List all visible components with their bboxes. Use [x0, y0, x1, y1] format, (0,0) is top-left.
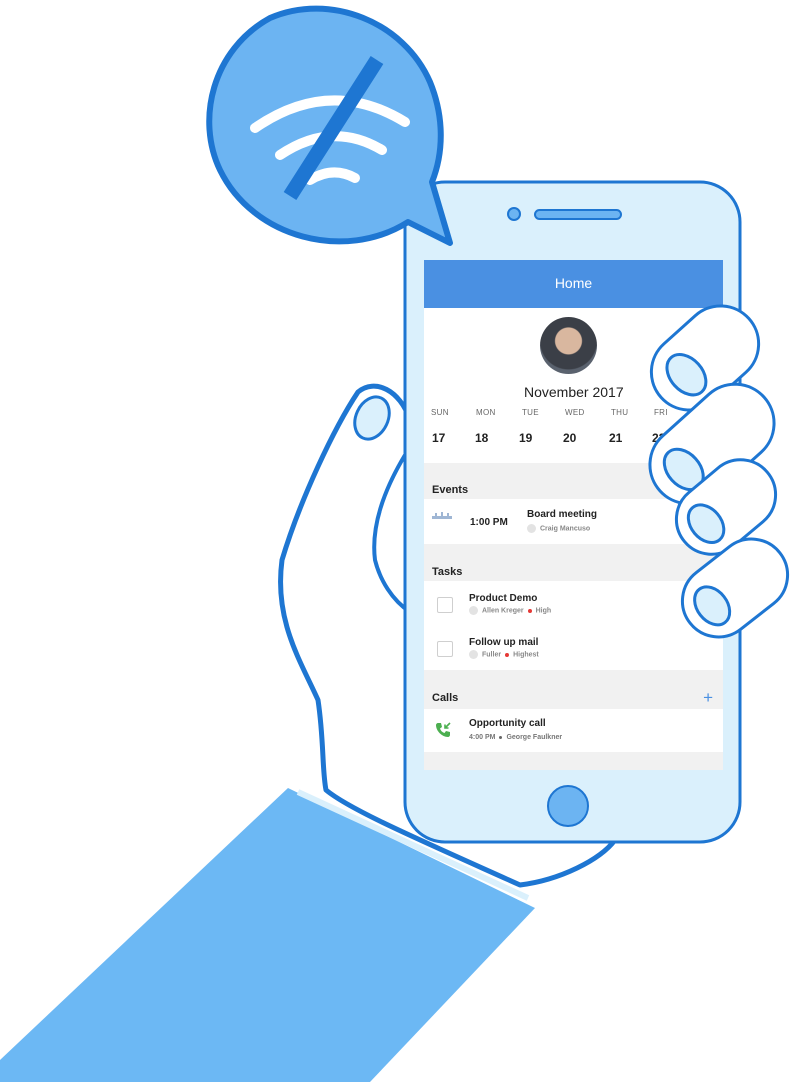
fingers: [648, 304, 790, 639]
